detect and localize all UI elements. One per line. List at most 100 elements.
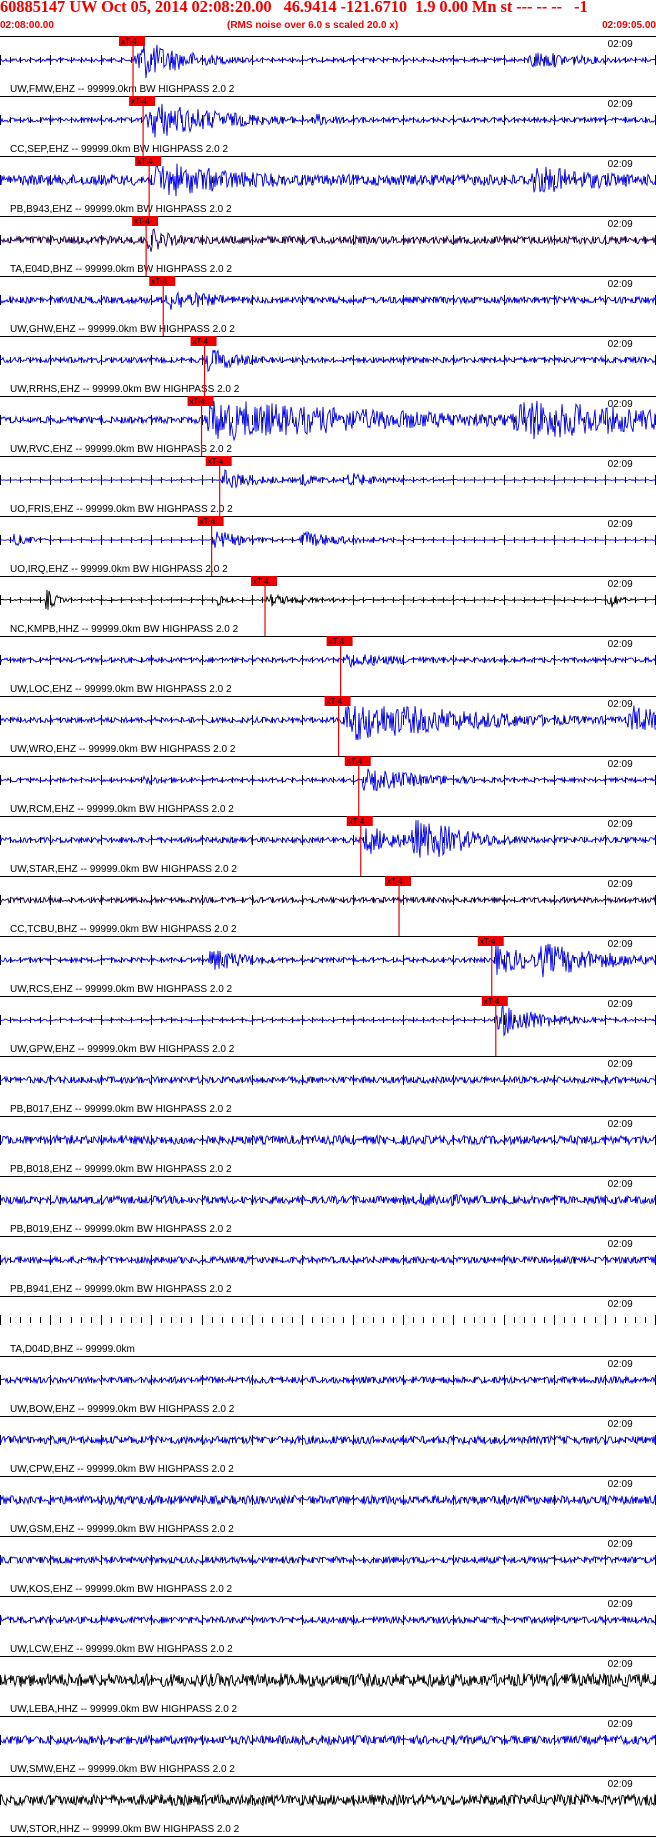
channel-row: 02:09 UW,CPW,EHZ -- 99999.0km BW HIGHPASS… [0,1416,656,1475]
time-ticks [0,775,656,785]
waveform-trace [0,895,656,905]
station-label: CC,SEP,EHZ -- 99999.0km BW HIGHPASS 2.0 … [10,144,228,155]
channel-row: 02:09 NC,KMPB,HHZ -- 99999.0km BW HIGHPAS… [0,576,656,636]
waveform-trace [0,291,656,310]
minute-marker-label: 02:09 [608,1059,633,1070]
station-label: NC,KMPB,HHZ -- 99999.0km BW HIGHPASS 2.0… [10,624,239,635]
waveform-trace [0,163,656,197]
station-label: UW,RRHS,EHZ -- 99999.0km BW HIGHPASS 2.0… [10,384,240,395]
channel-row: 02:09 UO,IRQ,EHZ -- 99999.0km BW HIGHPASS… [0,516,656,576]
pick-label: xT-4 [329,637,345,646]
channel-row: 02:09 UW,RCS,EHZ -- 99999.0km BW HIGHPASS… [0,936,656,996]
pick-label: xT-4 [200,517,216,526]
channel-row: 02:09 UW,LCW,EHZ -- 99999.0km BW HIGHPASS… [0,1596,656,1655]
minute-marker-label: 02:09 [608,1539,633,1550]
waveform-trace [0,1793,656,1807]
channel-row: 02:09 UW,KOS,EHZ -- 99999.0km BW HIGHPASS… [0,1536,656,1595]
waveform-trace [0,1255,656,1265]
minute-marker-label: 02:09 [608,99,633,110]
station-label: UW,WRO,EHZ -- 99999.0km BW HIGHPASS 2.0 … [10,744,236,755]
waveform-trace [0,400,656,442]
waveform-trace [0,469,656,489]
minute-marker-label: 02:09 [608,819,633,830]
pick-label: xT-4 [349,817,365,826]
minute-marker-label: 02:09 [608,1719,633,1730]
station-label: UW,LOC,EHZ -- 99999.0km BW HIGHPASS 2.0 … [10,684,232,695]
channel-row: 02:09 UW,RRHS,EHZ -- 99999.0km BW HIGHPAS… [0,336,656,396]
minute-marker-label: 02:09 [608,579,633,590]
time-ticks [0,1315,656,1325]
channel-row: 02:09 UW,BOW,EHZ -- 99999.0km BW HIGHPASS… [0,1356,656,1415]
station-label: PB,B941,EHZ -- 99999.0km BW HIGHPASS 2.0… [10,1284,232,1295]
minute-marker-label: 02:09 [608,1779,633,1790]
waveform-trace [0,44,656,79]
waveform-trace [0,1075,656,1085]
minute-marker-label: 02:09 [608,1119,633,1130]
channel-row: 02:09 UO,FRIS,EHZ -- 99999.0km BW HIGHPAS… [0,456,656,516]
station-label: UW,GSM,EHZ -- 99999.0km BW HIGHPASS 2.0 … [10,1524,234,1535]
waveform-trace [0,1615,656,1625]
station-label: UW,KOS,EHZ -- 99999.0km BW HIGHPASS 2.0 … [10,1584,233,1595]
minute-marker-label: 02:09 [608,759,633,770]
station-label: PB,B019,EHZ -- 99999.0km BW HIGHPASS 2.0… [10,1224,232,1235]
station-label: PB,B018,EHZ -- 99999.0km BW HIGHPASS 2.0… [10,1164,232,1175]
minute-marker-label: 02:09 [608,999,633,1010]
channel-row: 02:09 TA,E04D,BHZ -- 99999.0km BW HIGHPAS… [0,216,656,276]
channel-row: 02:09 UW,WRO,EHZ -- 99999.0km BW HIGHPASS… [0,696,656,756]
minute-marker-label: 02:09 [608,639,633,650]
waveform-trace [0,704,656,741]
minute-marker-label: 02:09 [608,879,633,890]
pick-label: xT-4 [134,217,150,226]
minute-marker-label: 02:09 [608,1479,633,1490]
scaling-note: (RMS noise over 6.0 s scaled 20.0 x) [227,20,399,31]
pick-label: xT-4 [137,157,153,166]
station-label: UW,BOW,EHZ -- 99999.0km BW HIGHPASS 2.0 … [10,1404,235,1415]
station-label: UW,FMW,EHZ -- 99999.0km BW HIGHPASS 2.0 … [10,84,235,95]
channel-row: 02:09 PB,B941,EHZ -- 99999.0km BW HIGHPAS… [0,1236,656,1295]
waveform-trace [0,530,656,548]
minute-marker-label: 02:09 [608,219,633,230]
channel-row: 02:09 PB,B943,EHZ -- 99999.0km BW HIGHPAS… [0,156,656,216]
pick-label: xT-4 [190,397,206,406]
station-label: CC,TCBU,BHZ -- 99999.0km BW HIGHPASS 2.0… [10,924,237,935]
waveform-trace [0,1555,656,1565]
minute-marker-label: 02:09 [608,939,633,950]
end-time-label: 02:09:05.00 [602,20,656,31]
channel-row: 02:09 CC,TCBU,BHZ -- 99999.0km BW HIGHPAS… [0,876,656,936]
channel-row: 02:09 UW,SMW,EHZ -- 99999.0km BW HIGHPASS… [0,1716,656,1775]
channel-row: 02:09 CC,SEP,EHZ -- 99999.0km BW HIGHPASS… [0,96,656,156]
channel-row: 02:09 PB,B019,EHZ -- 99999.0km BW HIGHPAS… [0,1176,656,1235]
minute-marker-label: 02:09 [608,399,633,410]
waveform-trace [0,228,656,252]
waveform-trace [0,943,656,978]
waveform-trace [0,1494,656,1506]
channel-row: 02:09 PB,B018,EHZ -- 99999.0km BW HIGHPAS… [0,1116,656,1175]
waveform-trace [0,589,656,610]
pick-label: xT-4 [253,577,269,586]
minute-marker-label: 02:09 [608,1419,633,1430]
record-header: 60885147 UW Oct 05, 2014 02:08:20.00 46.… [0,0,656,36]
waveform-trace [0,1672,656,1688]
station-label: UW,LCW,EHZ -- 99999.0km BW HIGHPASS 2.0 … [10,1644,233,1655]
start-time-label: 02:08:00.00 [0,20,54,31]
pick-label: xT-4 [387,877,403,886]
waveform-trace [0,654,656,669]
station-label: UW,STAR,EHZ -- 99999.0km BW HIGHPASS 2.0… [10,864,237,875]
minute-marker-label: 02:09 [608,459,633,470]
minute-marker-label: 02:09 [608,519,633,530]
channel-row: 02:09 UW,LEBA,HHZ -- 99999.0km BW HIGHPAS… [0,1656,656,1715]
station-label: TA,E04D,BHZ -- 99999.0km BW HIGHPASS 2.0… [10,264,232,275]
waveform-trace [0,1005,656,1037]
station-label: UW,GHW,EHZ -- 99999.0km BW HIGHPASS 2.0 … [10,324,235,335]
event-title: 60885147 UW Oct 05, 2014 02:08:20.00 46.… [0,0,588,16]
pick-label: xT-4 [484,997,500,1006]
waveform-trace [0,103,656,138]
minute-marker-label: 02:09 [608,1239,633,1250]
station-label: UW,SMW,EHZ -- 99999.0km BW HIGHPASS 2.0 … [10,1764,235,1775]
minute-marker-label: 02:09 [608,699,633,710]
channel-row: 02:09 UW,RVC,EHZ -- 99999.0km BW HIGHPASS… [0,396,656,456]
pick-label: xT-4 [208,457,224,466]
station-label: UO,FRIS,EHZ -- 99999.0km BW HIGHPASS 2.0… [10,504,233,515]
channel-row: 02:09 UW,FMW,EHZ -- 99999.0km BW HIGHPASS… [0,36,656,96]
channel-row: 02:09 UW,GSM,EHZ -- 99999.0km BW HIGHPASS… [0,1476,656,1535]
